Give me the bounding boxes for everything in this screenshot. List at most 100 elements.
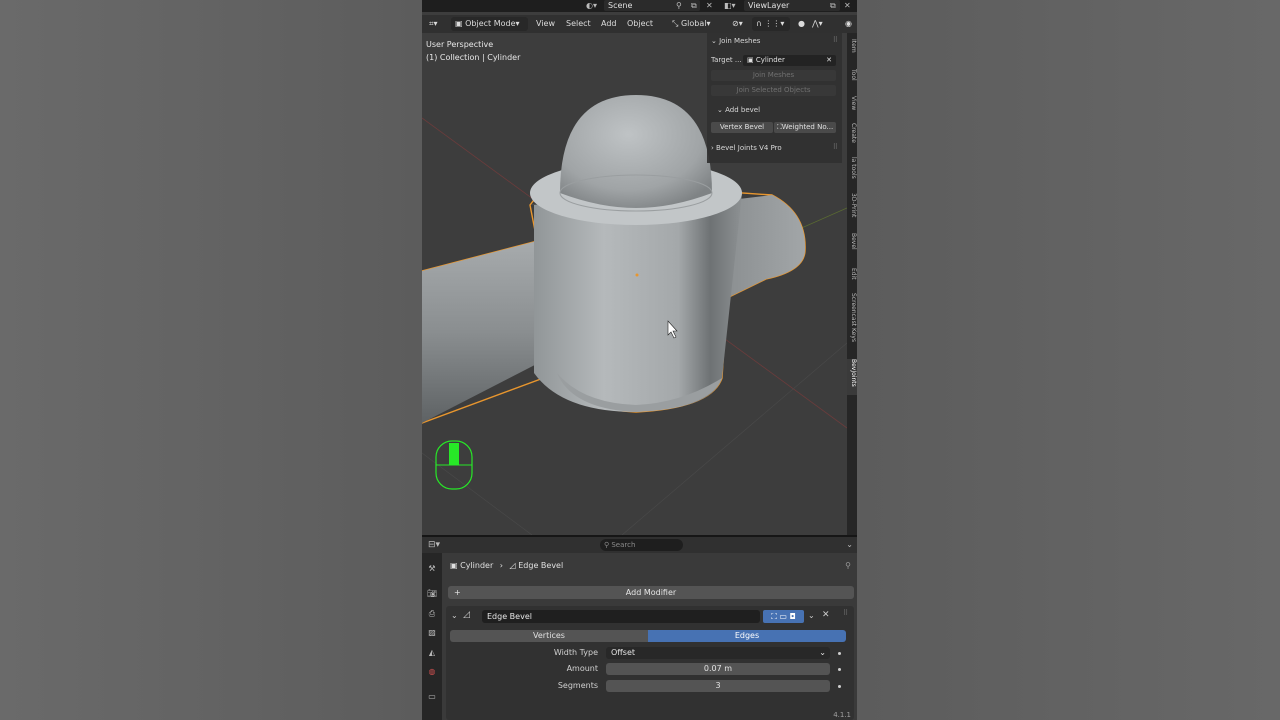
weighted-label: Weighted No... — [781, 123, 834, 131]
drag-handle-icon[interactable]: ⠿ — [833, 143, 838, 151]
plus-icon: + — [454, 588, 461, 597]
render-tab-icon[interactable]: 📷︎ — [427, 589, 437, 599]
snap-toggle[interactable]: ∩ ⋮⋮▾ — [752, 17, 790, 31]
editor-type-icon[interactable]: ⌗▾ — [425, 17, 447, 31]
search-input[interactable]: ⚲ Search — [600, 539, 683, 551]
join-meshes-header[interactable]: ⌄ Join Meshes — [711, 35, 838, 47]
view-perspective-label: User Perspective — [426, 40, 494, 49]
menu-view[interactable]: View — [532, 17, 559, 31]
tab-screencast-keys[interactable]: Screencast Keys — [847, 293, 857, 342]
sidebar-panel: ⌄ Join Meshes ⠿ Target ... ▣ Cylinder ✕ … — [707, 33, 842, 163]
pivot-icon[interactable]: ⊘▾ — [728, 17, 747, 31]
scene-icon[interactable]: ◐▾ — [586, 1, 597, 10]
tab-edit[interactable]: Edit — [847, 268, 857, 280]
tab-bevjoints[interactable]: BevJoints — [847, 359, 857, 395]
background-left — [0, 0, 422, 720]
join-meshes-button[interactable]: Join Meshes — [711, 70, 836, 81]
join-meshes-title: Join Meshes — [719, 37, 761, 45]
add-modifier-button[interactable]: + Add Modifier — [448, 586, 854, 599]
menu-select[interactable]: Select — [562, 17, 595, 31]
menu-add[interactable]: Add — [597, 17, 621, 31]
drag-handle-icon[interactable]: ⠿ — [843, 609, 848, 617]
close-icon[interactable]: ✕ — [706, 1, 713, 10]
world-tab-icon[interactable]: ◍ — [427, 667, 437, 677]
chevron-down-icon: ⌄ — [717, 106, 726, 114]
scene-tab-icon[interactable]: ◭ — [427, 648, 437, 658]
display-toggles[interactable]: ⛶ ▭ ◘ — [763, 610, 804, 623]
target-field[interactable]: ▣ Cylinder ✕ — [743, 55, 836, 66]
viewlayer-selector[interactable]: ViewLayer — [744, 0, 840, 11]
bevel-joints-header[interactable]: › Bevel Joints V4 Pro — [711, 142, 838, 154]
tool-tab-icon[interactable]: ⚒ — [427, 564, 437, 574]
pin-icon[interactable]: ⚲ — [845, 561, 851, 570]
visibility-icon[interactable]: ◉ — [841, 17, 855, 31]
breadcrumb-modifier: Edge Bevel — [518, 561, 564, 570]
proportional-edit-icon[interactable]: ● — [794, 17, 809, 31]
tab-la-tools[interactable]: la tools — [847, 157, 857, 179]
target-label: Target ... — [711, 56, 742, 64]
viewport-header: ⌗▾ ▣ Object Mode▾ View Select Add Object… — [422, 15, 857, 33]
editor-type-icon[interactable]: ⊟▾ — [428, 540, 440, 550]
render-camera-icon[interactable]: ◘ — [789, 612, 795, 621]
edit-mode-icon[interactable]: ⛶ — [771, 612, 777, 621]
blender-window: ◐▾ Scene ⚲ ⧉ ✕ ◧▾ ViewLayer ⧉ ✕ ⌗▾ ▣ Obj… — [422, 0, 857, 720]
viewlayer-icon[interactable]: ◧▾ — [724, 1, 736, 10]
drag-handle-icon[interactable]: ⠿ — [833, 36, 838, 44]
join-selected-objects-button[interactable]: Join Selected Objects — [711, 85, 836, 96]
sidebar-tabs: Item Tool View Create la tools 3D-Print … — [847, 33, 857, 535]
keyframe-dot[interactable] — [838, 685, 841, 688]
pin-icon[interactable]: ⚲ — [676, 1, 682, 10]
new-viewlayer-icon[interactable]: ⧉ — [830, 1, 836, 11]
properties-body: ▣ Cylinder › ◿ Edge Bevel ⚲ + Add Modifi… — [442, 553, 857, 720]
bevel-joints-title: Bevel Joints V4 Pro — [716, 144, 782, 152]
tab-view[interactable]: View — [847, 96, 857, 110]
menu-object[interactable]: Object — [623, 17, 657, 31]
mouse-button-indicator-icon — [435, 440, 473, 490]
close-icon[interactable]: ✕ — [822, 610, 830, 620]
keyframe-dot[interactable] — [838, 668, 841, 671]
mode-dropdown[interactable]: ▣ Object Mode▾ — [451, 17, 528, 31]
mode-label: Object Mode — [465, 19, 516, 28]
orientation-icon: ⤡ — [672, 19, 681, 28]
viewport-display-icon[interactable]: ▭ — [779, 612, 787, 621]
modifier-name-field[interactable]: Edge Bevel — [482, 610, 760, 623]
segments-label: Segments — [557, 681, 598, 690]
options-chevron-icon[interactable]: ⌄ — [846, 540, 853, 549]
modifier-name: Edge Bevel — [487, 612, 532, 621]
collapse-chevron-icon[interactable]: ⌄ — [451, 611, 458, 620]
amount-field[interactable]: 0.07 m — [606, 663, 830, 675]
falloff-icon[interactable]: ⋀▾ — [808, 17, 827, 31]
vertex-bevel-button[interactable]: Vertex Bevel — [711, 122, 773, 133]
chevron-down-icon: ⌄ — [819, 648, 826, 657]
search-placeholder: Search — [611, 541, 636, 549]
chevron-down-icon: ⌄ — [711, 37, 720, 45]
weighted-normal-button[interactable]: ⛶Weighted No... — [774, 122, 836, 133]
tab-3d-print[interactable]: 3D-Print — [847, 193, 857, 217]
tab-item[interactable]: Item — [847, 39, 857, 53]
collection-tab-icon[interactable]: ▭ — [427, 692, 437, 702]
tab-tool[interactable]: Tool — [847, 69, 857, 81]
affect-vertices-option[interactable]: Vertices — [450, 630, 648, 642]
add-bevel-header[interactable]: ⌄ Add bevel — [717, 104, 838, 116]
chevron-down-icon: ▾ — [706, 19, 711, 28]
properties-tabs: ⚒ 📷︎ ⎙ ▨ ◭ ◍ ▭ — [422, 553, 442, 720]
tab-create[interactable]: Create — [847, 123, 857, 143]
close-viewlayer-icon[interactable]: ✕ — [844, 1, 851, 10]
chevron-down-icon: ▾ — [515, 19, 520, 28]
segments-field[interactable]: 3 — [606, 680, 830, 692]
new-scene-icon[interactable]: ⧉ — [691, 1, 697, 11]
chevron-down-icon[interactable]: ⌄ — [808, 611, 815, 620]
modifier-panel: ⌄ ◿ Edge Bevel ⛶ ▭ ◘ ⌄ ✕ ⠿ Vertices Edge… — [446, 606, 854, 720]
width-type-label: Width Type — [553, 648, 598, 657]
keyframe-dot[interactable] — [838, 652, 841, 655]
viewlayer-label: ViewLayer — [748, 1, 790, 10]
width-type-dropdown[interactable]: Offset ⌄ — [606, 647, 830, 659]
view-layer-tab-icon[interactable]: ▨ — [427, 628, 437, 638]
tab-bevel[interactable]: Bevel — [847, 233, 857, 250]
affect-edges-option[interactable]: Edges — [648, 630, 846, 642]
transform-orientation-dropdown[interactable]: ⤡ Global▾ — [668, 17, 724, 31]
output-tab-icon[interactable]: ⎙ — [427, 609, 437, 619]
clear-icon[interactable]: ✕ — [826, 55, 832, 66]
scene-selector[interactable]: Scene — [604, 0, 700, 11]
bevel-modifier-icon: ◿ — [509, 561, 519, 570]
